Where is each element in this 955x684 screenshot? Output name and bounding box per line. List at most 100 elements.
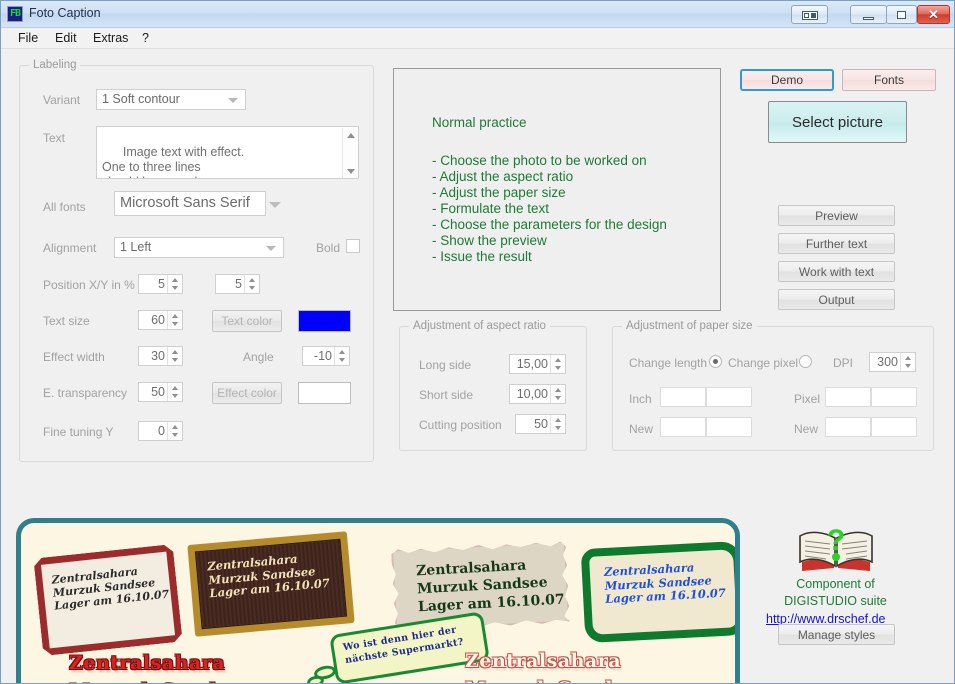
title-bar: FB Foto Caption ✕ [1, 1, 954, 28]
all-fonts-combo[interactable]: Microsoft Sans Serif [114, 191, 266, 216]
fine-tuning-stepper[interactable] [167, 422, 182, 440]
minimize-button[interactable] [850, 5, 887, 24]
further-text-button[interactable]: Further text [778, 233, 895, 254]
preview-pane[interactable]: Normal practice - Choose the photo to be… [393, 68, 721, 311]
short-side-spinner[interactable]: 10,00 [509, 384, 566, 404]
scroll-up-icon[interactable] [347, 133, 355, 138]
short-side-value: 10,00 [516, 387, 548, 401]
cutting-position-stepper[interactable] [550, 415, 565, 433]
menu-item-help[interactable]: ? [142, 31, 149, 45]
dpi-stepper[interactable] [900, 353, 915, 371]
short-side-stepper[interactable] [550, 385, 565, 403]
text-size-stepper[interactable] [167, 311, 182, 329]
position-x-spinner[interactable]: 5 [138, 274, 183, 294]
pixel-width-field[interactable] [825, 387, 871, 407]
cutting-position-value: 50 [534, 417, 548, 431]
text-input-scrollbar[interactable] [342, 128, 357, 178]
preview-heading: Normal practice [432, 115, 527, 130]
caption-card-dark-red-frame: Zentralsahara Murzuk Sandsee Lager am 16… [33, 544, 182, 656]
app-icon: FB [7, 6, 23, 22]
menu-item-extras[interactable]: Extras [93, 31, 128, 45]
menu-item-file[interactable]: File [18, 31, 38, 45]
demo-button[interactable]: Demo [740, 69, 834, 91]
labeling-group-title: Labeling [29, 59, 81, 71]
e-transparency-label: E. transparency [43, 386, 128, 400]
scroll-down-icon[interactable] [347, 169, 355, 174]
restore-down-button[interactable] [791, 5, 828, 24]
e-transparency-value: 50 [151, 385, 165, 399]
book-question-icon: ? [796, 522, 876, 577]
text-color-button[interactable]: Text color [212, 310, 282, 332]
pixel-new-height-field[interactable] [871, 417, 917, 437]
cutting-position-spinner[interactable]: 50 [515, 414, 566, 434]
e-transparency-spinner[interactable]: 50 [138, 382, 183, 402]
effect-width-stepper[interactable] [167, 347, 182, 365]
inch-width-field[interactable] [660, 387, 706, 407]
text-size-value: 60 [151, 313, 165, 327]
long-side-stepper[interactable] [550, 355, 565, 373]
minimize-icon [863, 17, 874, 20]
inch-new-width-field[interactable] [660, 417, 706, 437]
banner-content: Zentralsahara Murzuk Sandsee Lager am 16… [21, 523, 735, 683]
all-fonts-label: All fonts [43, 200, 86, 214]
alignment-label: Alignment [43, 241, 97, 255]
inch-new-height-field[interactable] [706, 417, 752, 437]
caption-card-brown-stamp: Zentralsahara Murzuk Sandsee Lager am 16… [187, 531, 355, 637]
angle-value: -10 [313, 349, 332, 363]
variant-combo[interactable]: 1 Soft contour [96, 89, 246, 110]
change-pixel-radio[interactable] [799, 355, 812, 368]
maximize-icon [897, 11, 906, 19]
chevron-down-icon [266, 245, 276, 251]
card3-text: Zentralsahara Murzuk Sandsee Lager am 16… [415, 557, 566, 616]
manage-styles-button[interactable]: Manage styles [778, 624, 895, 645]
pixel-new-width-field[interactable] [825, 417, 871, 437]
long-side-spinner[interactable]: 15,00 [509, 354, 566, 374]
pixel-label: Pixel [794, 392, 821, 406]
pixel-height-field[interactable] [871, 387, 917, 407]
sample-banner-image[interactable]: Zentralsahara Murzuk Sandsee Lager am 16… [16, 518, 740, 683]
fine-tuning-spinner[interactable]: 0 [138, 421, 183, 441]
alignment-combo[interactable]: 1 Left [114, 237, 284, 258]
fine-tuning-label: Fine tuning Y [43, 425, 114, 439]
change-pixel-label: Change pixel [728, 356, 799, 370]
preview-button[interactable]: Preview [778, 205, 895, 226]
short-side-label: Short side [419, 388, 474, 402]
change-length-radio[interactable] [709, 355, 722, 368]
preview-steps-list: - Choose the photo to be worked on - Adj… [432, 153, 667, 264]
effect-color-swatch[interactable] [298, 382, 351, 404]
work-with-text-button[interactable]: Work with text [778, 261, 895, 282]
angle-stepper[interactable] [334, 347, 349, 365]
dpi-spinner[interactable]: 300 [869, 352, 916, 372]
change-length-label: Change length [629, 356, 708, 370]
chevron-down-icon[interactable] [269, 202, 281, 208]
position-y-spinner[interactable]: 5 [215, 274, 260, 294]
svg-text:?: ? [827, 524, 845, 557]
bold-checkbox[interactable] [346, 239, 360, 253]
select-picture-button[interactable]: Select picture [768, 101, 907, 143]
effect-width-label: Effect width [43, 350, 105, 364]
e-transparency-stepper[interactable] [167, 383, 182, 401]
output-button[interactable]: Output [778, 289, 895, 310]
effect-width-spinner[interactable]: 30 [138, 346, 183, 366]
menu-item-edit[interactable]: Edit [55, 31, 77, 45]
text-color-swatch[interactable] [298, 310, 351, 332]
headline-right-text: Zentralsahara Murzuk Sandsee [465, 650, 649, 683]
close-button[interactable]: ✕ [917, 5, 950, 24]
angle-spinner[interactable]: -10 [302, 346, 350, 366]
close-icon: ✕ [928, 7, 939, 22]
position-x-stepper[interactable] [167, 275, 182, 293]
inch-height-field[interactable] [706, 387, 752, 407]
fonts-button[interactable]: Fonts [842, 69, 936, 91]
caption-card-green-frame: Zentralsahara Murzuk Sandsee Lager am 16… [580, 540, 735, 644]
maximize-button[interactable] [886, 5, 917, 24]
fine-tuning-value: 0 [158, 424, 165, 438]
cutting-position-label: Cutting position [419, 418, 502, 432]
effect-color-button[interactable]: Effect color [212, 382, 282, 404]
text-size-spinner[interactable]: 60 [138, 310, 183, 330]
text-input[interactable]: Image text with effect. One to three lin… [96, 126, 359, 179]
alignment-combo-value: 1 Left [120, 240, 152, 254]
window-title: Foto Caption [29, 6, 101, 20]
all-fonts-combo-value: Microsoft Sans Serif [120, 195, 250, 211]
position-y-stepper[interactable] [244, 275, 259, 293]
dpi-label: DPI [833, 356, 854, 370]
